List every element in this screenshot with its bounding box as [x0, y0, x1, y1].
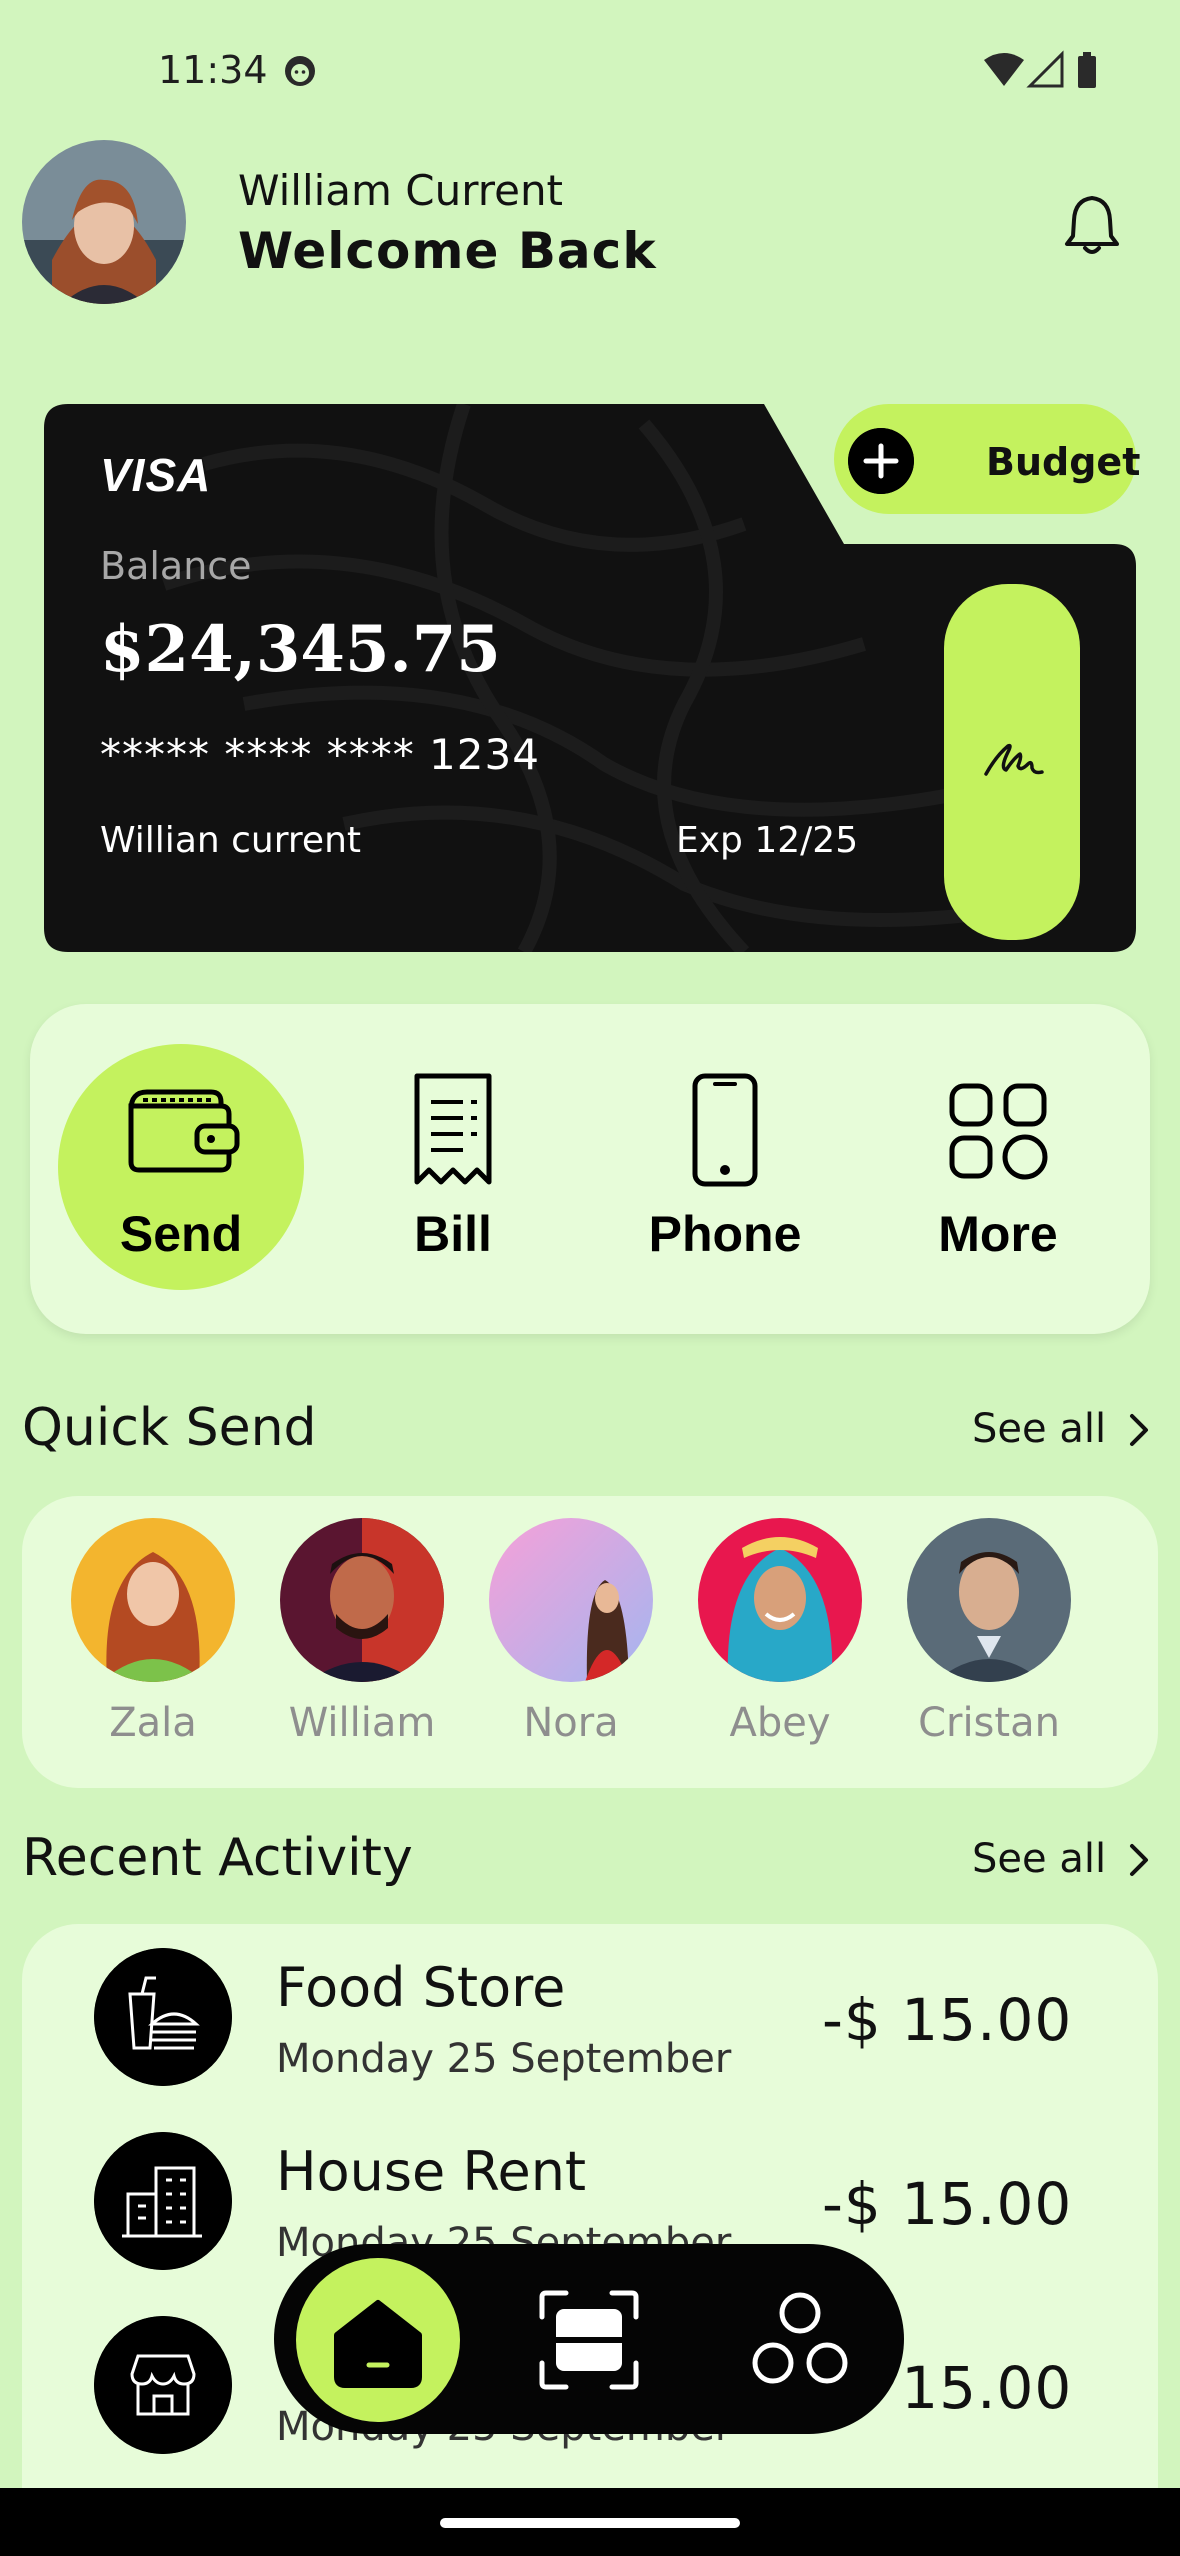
circles-icon[interactable] [745, 2285, 855, 2395]
action-label-bill[interactable]: Bill [333, 1205, 573, 1263]
contact-avatar [698, 1518, 862, 1682]
card-brand: VISA [100, 449, 212, 501]
contact-avatar [907, 1518, 1071, 1682]
budget-label: Budget [986, 440, 1141, 484]
contact-avatar [71, 1518, 235, 1682]
quick-send-title: Quick Send [22, 1398, 317, 1458]
activity-title: Food Store [276, 1956, 566, 2019]
battery-icon [1078, 52, 1096, 88]
contact-name: William [288, 1700, 436, 1746]
activity-title: House Rent [276, 2140, 587, 2203]
contact-cristan[interactable]: Cristan [889, 1518, 1089, 1746]
contact-name: Zala [109, 1700, 197, 1746]
recent-activity-title: Recent Activity [22, 1828, 413, 1888]
contact-zala[interactable]: Zala [53, 1518, 253, 1746]
home-icon [334, 2300, 422, 2388]
store-icon [94, 2316, 232, 2454]
action-label-more[interactable]: More [878, 1205, 1118, 1263]
contact-nora[interactable]: Nora [471, 1518, 671, 1746]
status-icons [984, 50, 1096, 88]
action-label-phone[interactable]: Phone [605, 1205, 845, 1263]
contact-name: Cristan [918, 1700, 1060, 1746]
wifi-icon [984, 53, 1024, 86]
grid-icon[interactable] [938, 1070, 1058, 1190]
plus-icon [848, 428, 914, 494]
chevron-right-icon[interactable] [1124, 1410, 1154, 1450]
quick-send-see-all[interactable]: See all [972, 1406, 1106, 1452]
status-time: 11:34 [158, 48, 268, 92]
contact-avatar [489, 1518, 653, 1682]
building-icon [94, 2132, 232, 2270]
recent-activity-see-all[interactable]: See all [972, 1836, 1106, 1882]
home-indicator[interactable] [440, 2518, 740, 2528]
card-expiry: Exp 12/25 [676, 820, 859, 861]
contact-name: Nora [523, 1700, 619, 1746]
card-holder: Willian current [100, 820, 361, 861]
activity-date: Monday 25 September [276, 2036, 732, 2082]
activity-amount: -$ 15.00 [822, 1986, 1073, 2054]
signal-icon [1026, 50, 1064, 88]
chevron-right-icon[interactable] [1124, 1840, 1154, 1880]
action-label-send[interactable]: Send [61, 1205, 301, 1263]
welcome-title: Welcome Back [238, 222, 657, 280]
avatar[interactable] [22, 140, 186, 304]
contact-avatar [280, 1518, 444, 1682]
wallet-icon[interactable] [121, 1070, 241, 1190]
bell-icon[interactable] [1063, 192, 1121, 256]
contact-abey[interactable]: Abey [680, 1518, 880, 1746]
food-icon [94, 1948, 232, 2086]
face-icon [285, 56, 315, 86]
signature-icon [984, 743, 1044, 776]
balance-label: Balance [100, 544, 252, 588]
contact-name: Abey [729, 1700, 831, 1746]
card-number: ***** **** **** 1234 [100, 730, 540, 779]
activity-amount: -$ 15.00 [822, 2170, 1073, 2238]
balance-value: $24,345.75 [100, 612, 501, 687]
scan-icon[interactable] [534, 2285, 644, 2395]
receipt-icon[interactable] [393, 1070, 513, 1190]
user-name: William Current [238, 166, 564, 215]
contact-william[interactable]: William [262, 1518, 462, 1746]
phone-icon[interactable] [665, 1070, 785, 1190]
